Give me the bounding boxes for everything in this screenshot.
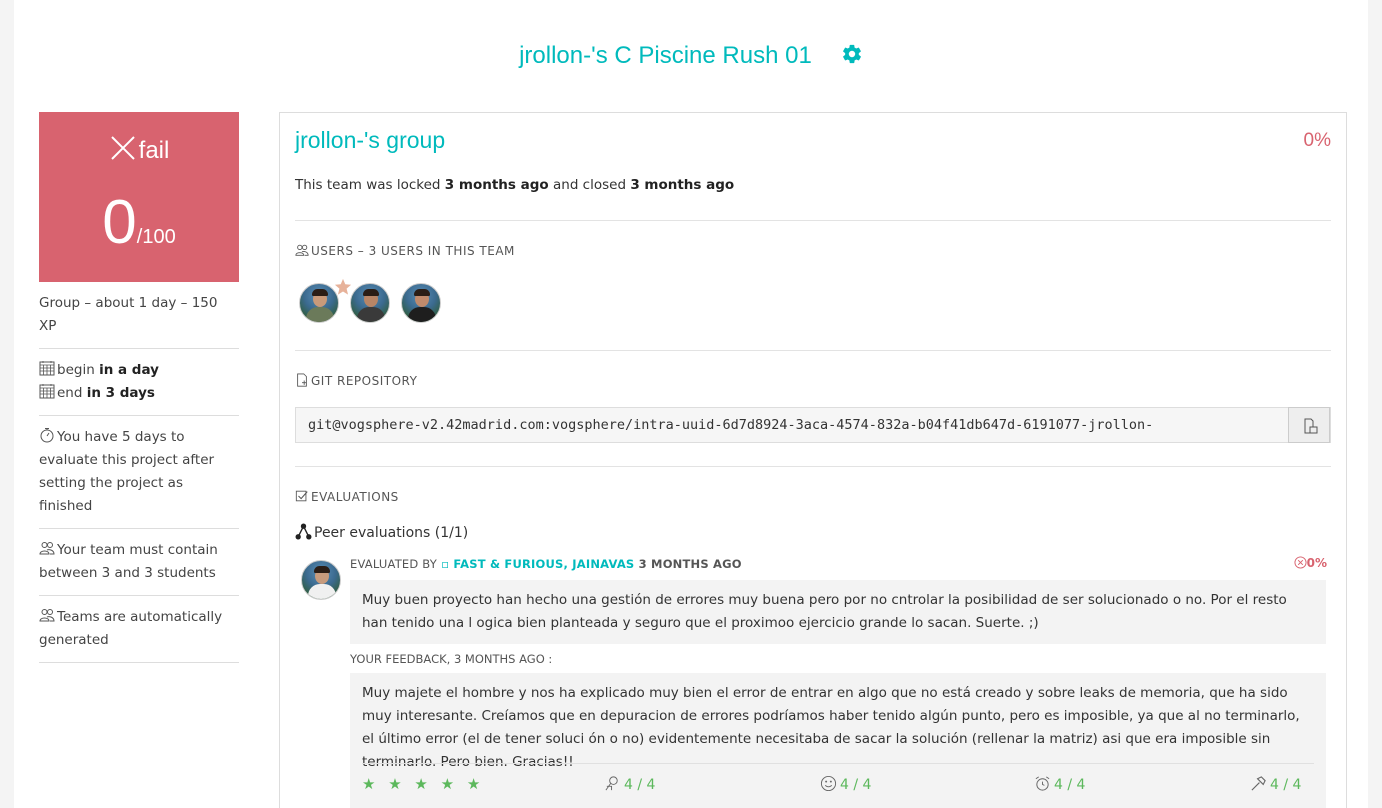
begin-value: in a day xyxy=(99,362,159,378)
divider xyxy=(295,350,1331,351)
end-value: in 3 days xyxy=(86,385,155,401)
peer-evaluations-title: Peer evaluations (1/1) xyxy=(295,523,468,541)
locked-time: 3 months ago xyxy=(444,177,549,193)
calendar-icon xyxy=(39,384,55,399)
project-summary-text: Group – about 1 day – 150 XP xyxy=(39,295,218,334)
mark-status: fail xyxy=(39,134,239,165)
page-title[interactable]: jrollon-'s C Piscine Rush 01 xyxy=(519,42,812,70)
stopwatch-icon xyxy=(40,428,54,443)
evaluate-note: You have 5 days to evaluate this project… xyxy=(39,416,239,529)
evaluation-header: EVALUATED BY ▫ FAST & FURIOUS, JAINAVAS … xyxy=(350,557,742,571)
fail-circle-icon xyxy=(1294,556,1307,569)
git-heading: GIT REPOSITORY xyxy=(295,373,417,388)
divider xyxy=(362,763,1314,764)
closed-time: 3 months ago xyxy=(630,177,735,193)
users-icon xyxy=(295,244,309,256)
rating-nice: 4 / 4 xyxy=(820,774,871,797)
smiley-icon xyxy=(820,775,837,792)
team-size-note: Your team must contain between 3 and 3 s… xyxy=(39,529,239,596)
star-icon xyxy=(334,278,352,295)
group-name[interactable]: jrollon-'s group xyxy=(295,127,445,154)
evaluator-avatar[interactable] xyxy=(301,560,341,604)
close-icon xyxy=(110,136,135,160)
project-sidebar: fail 0/100 Group – about 1 day – 150 XP … xyxy=(39,112,239,663)
evaluation-time: 3 MONTHS AGO xyxy=(638,557,742,571)
mark-score-value: 0 xyxy=(102,188,137,257)
title-row: jrollon-'s C Piscine Rush 01 xyxy=(14,42,1368,70)
mark-score-max: /100 xyxy=(136,226,176,248)
hammer-icon xyxy=(1251,776,1266,791)
share-nodes-icon xyxy=(295,523,312,540)
users-icon xyxy=(39,542,55,555)
group-percentage: 0% xyxy=(1303,130,1331,151)
feedback-box: Muy majete el hombre y nos ha explicado … xyxy=(350,673,1326,808)
file-icon xyxy=(297,373,307,387)
alarm-clock-icon xyxy=(1035,776,1050,791)
page: jrollon-'s C Piscine Rush 01 fail 0/100 … xyxy=(14,0,1368,808)
divider xyxy=(295,220,1331,221)
auto-team-note: Teams are automatically generated xyxy=(39,596,239,663)
checkbox-icon xyxy=(295,490,308,502)
search-person-icon xyxy=(605,776,618,791)
lock-status: This team was locked 3 months ago and cl… xyxy=(295,177,735,193)
feedback-stars: ★ ★ ★ ★ ★ xyxy=(362,775,485,793)
project-summary: Group – about 1 day – 150 XP xyxy=(39,282,239,349)
git-url[interactable]: git@vogsphere-v2.42madrid.com:vogsphere/… xyxy=(308,417,1153,433)
avatar[interactable] xyxy=(401,283,441,323)
calendar-icon xyxy=(39,361,55,376)
gear-icon[interactable] xyxy=(841,43,863,65)
evaluations-heading: EVALUATIONS xyxy=(295,489,399,504)
evaluation-comment: Muy buen proyecto han hecho una gestión … xyxy=(350,580,1326,644)
end-date: end in 3 days xyxy=(39,382,239,405)
feedback-text: Muy majete el hombre y nos ha explicado … xyxy=(362,685,1300,770)
team-panel: jrollon-'s group 0% This team was locked… xyxy=(279,112,1347,808)
rating-punctuality: 4 / 4 xyxy=(1034,774,1085,797)
avatar[interactable] xyxy=(350,283,390,323)
team-members xyxy=(299,278,452,327)
rating-interested: 4 / 4 xyxy=(604,774,655,797)
final-mark-box: fail 0/100 xyxy=(39,112,239,282)
avatar[interactable] xyxy=(299,278,352,323)
mark-score: 0/100 xyxy=(39,192,239,254)
clipboard-icon xyxy=(1304,418,1318,434)
begin-date: begin in a day xyxy=(39,359,239,382)
evaluation-result: 0% xyxy=(1294,556,1327,570)
mark-status-label: fail xyxy=(138,137,170,164)
git-repository-field[interactable]: git@vogsphere-v2.42madrid.com:vogsphere/… xyxy=(295,407,1331,443)
divider xyxy=(295,466,1331,467)
feedback-label: YOUR FEEDBACK, 3 MONTHS AGO : xyxy=(350,652,553,666)
rating-rigorous: 4 / 4 xyxy=(1250,774,1301,797)
users-heading: USERS – 3 USERS IN THIS TEAM xyxy=(295,243,515,258)
project-dates: begin in a day end in 3 days xyxy=(39,349,239,416)
evaluator-team-link[interactable]: ▫ FAST & FURIOUS, JAINAVAS xyxy=(441,557,634,571)
copy-button[interactable] xyxy=(1288,407,1330,443)
users-icon xyxy=(39,609,55,622)
